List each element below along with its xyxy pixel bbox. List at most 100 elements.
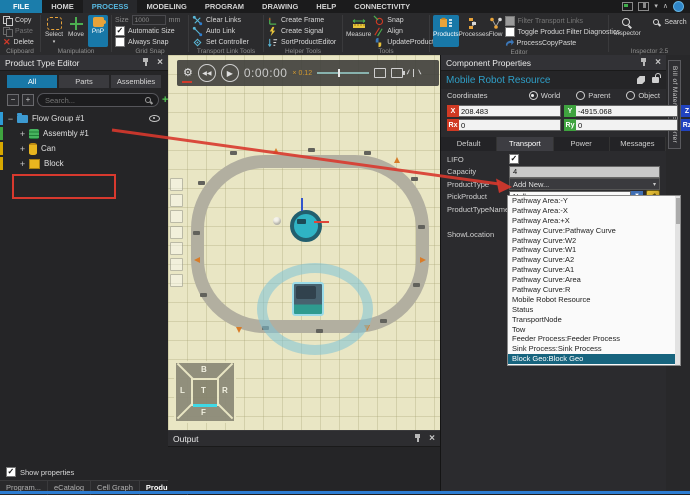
coord-world-radio[interactable]: World bbox=[529, 91, 560, 100]
record-video-icon[interactable] bbox=[391, 68, 403, 78]
tab-modeling[interactable]: MODELING bbox=[137, 0, 195, 13]
paste-button[interactable]: Paste bbox=[3, 26, 34, 36]
view-cube[interactable]: B L T R F bbox=[174, 361, 236, 423]
coord-parent-radio[interactable]: Parent bbox=[576, 91, 610, 100]
dropdown-item[interactable]: Pathway Curve:W1 bbox=[508, 245, 680, 255]
tab-parts[interactable]: Parts bbox=[59, 75, 109, 88]
snap-button[interactable]: Snap bbox=[373, 15, 437, 25]
collapse-all-button[interactable]: − bbox=[7, 94, 19, 106]
close-icon[interactable]: × bbox=[655, 58, 661, 68]
dropdown-item[interactable]: Feeder Process:Feeder Process bbox=[508, 334, 680, 344]
pin-icon[interactable] bbox=[640, 58, 647, 67]
tree-item-block[interactable]: + Block bbox=[0, 156, 168, 171]
dropdown-item[interactable]: Tow bbox=[508, 325, 680, 335]
tab-assemblies[interactable]: Assemblies bbox=[111, 75, 161, 88]
tag-icon[interactable] bbox=[637, 76, 645, 84]
tab-program[interactable]: PROGRAM bbox=[196, 0, 253, 13]
search-input[interactable] bbox=[43, 95, 144, 106]
dropdown-item[interactable]: Pathway Area:+X bbox=[508, 216, 680, 226]
dropdown-item-selected[interactable]: Block Geo:Block Geo bbox=[508, 354, 680, 364]
delete-button[interactable]: ✕Delete bbox=[3, 37, 34, 47]
pin-icon[interactable] bbox=[142, 58, 149, 67]
product-type-select[interactable]: Add New...▾ bbox=[509, 178, 660, 190]
tab-home[interactable]: HOME bbox=[42, 0, 83, 13]
pnp-button[interactable]: PnP bbox=[88, 15, 108, 47]
coord-object-radio[interactable]: Object bbox=[626, 91, 660, 100]
toggle-product-filter-diagnostics-checkbox[interactable]: Toggle Product Filter Diagnostics bbox=[505, 27, 620, 37]
x-input[interactable] bbox=[459, 105, 561, 117]
close-icon[interactable]: × bbox=[429, 434, 435, 444]
process-copy-paste-button[interactable]: ProcessCopyPaste bbox=[505, 38, 620, 48]
filter-transport-links-checkbox[interactable]: Filter Transport Links bbox=[505, 16, 620, 26]
y-input[interactable] bbox=[576, 105, 678, 117]
tow-vehicle[interactable] bbox=[292, 282, 324, 316]
reset-simulation-button[interactable]: ◀◀ bbox=[198, 64, 216, 82]
mobile-robot[interactable] bbox=[290, 210, 322, 242]
dropdown-item[interactable]: Pathway Curve:W2 bbox=[508, 236, 680, 246]
tab-power[interactable]: Power bbox=[554, 137, 610, 151]
view-cube-front[interactable]: F bbox=[201, 408, 206, 417]
tab-transport[interactable]: Transport bbox=[497, 137, 553, 151]
viewport-tool-icon[interactable] bbox=[170, 242, 183, 255]
lifo-checkbox[interactable] bbox=[509, 154, 519, 164]
auto-link-button[interactable]: Auto Link bbox=[192, 26, 249, 36]
simulation-settings-gear-icon[interactable]: ⚙ bbox=[183, 68, 193, 79]
expand-icon[interactable]: + bbox=[18, 144, 27, 154]
tab-default[interactable]: Default bbox=[441, 137, 497, 151]
inspector-button[interactable]: Inspector bbox=[612, 15, 642, 47]
account-avatar[interactable] bbox=[673, 1, 684, 12]
align-button[interactable]: Align bbox=[373, 26, 437, 36]
processes-button[interactable]: Processes bbox=[461, 15, 487, 47]
measure-button[interactable]: Measure bbox=[346, 15, 371, 47]
connectivity-icon[interactable] bbox=[408, 69, 418, 77]
dropdown-item[interactable]: TransportNode bbox=[508, 315, 680, 325]
dropdown-scrollbar[interactable] bbox=[675, 196, 680, 365]
render-mode-icon[interactable] bbox=[622, 2, 633, 11]
ry-input[interactable] bbox=[576, 119, 678, 131]
update-products-button[interactable]: UpdateProducts bbox=[373, 37, 437, 47]
tab-messages[interactable]: Messages bbox=[610, 137, 666, 151]
grid-size-input[interactable] bbox=[132, 15, 166, 25]
play-button[interactable]: ▶ bbox=[221, 64, 239, 82]
dropdown-item[interactable]: Pathway Curve:A1 bbox=[508, 265, 680, 275]
view-cube-back[interactable]: B bbox=[201, 365, 207, 374]
layout-dropdown-caret-icon[interactable]: ▾ bbox=[654, 0, 658, 13]
select-button[interactable]: Select▾ bbox=[44, 15, 64, 47]
clear-links-button[interactable]: Clear Links bbox=[192, 15, 249, 25]
screenshot-icon[interactable] bbox=[374, 68, 386, 78]
collapse-icon[interactable]: − bbox=[6, 114, 15, 124]
tab-help[interactable]: HELP bbox=[307, 0, 345, 13]
create-signal-button[interactable]: Create Signal bbox=[267, 26, 336, 36]
dropdown-item[interactable]: Pathway Area:-Y bbox=[508, 196, 680, 206]
dropdown-item[interactable]: Mobile Robot Resource bbox=[508, 295, 680, 305]
visibility-eye-icon[interactable] bbox=[149, 115, 160, 122]
always-snap-checkbox[interactable]: Always Snap bbox=[115, 37, 180, 47]
capacity-input[interactable] bbox=[509, 166, 660, 178]
close-icon[interactable]: × bbox=[157, 58, 163, 68]
collapse-ribbon-icon[interactable]: ∧ bbox=[663, 0, 668, 13]
tree-item-can[interactable]: + Can bbox=[0, 141, 168, 156]
dropdown-item[interactable]: Pathway Curve:Area bbox=[508, 275, 680, 285]
3d-viewport[interactable]: ⚙ ◀◀ ▶ 0:00:00 × 0.12 B L T R F bbox=[168, 55, 440, 430]
speed-slider[interactable] bbox=[317, 72, 369, 74]
create-frame-button[interactable]: Create Frame bbox=[267, 15, 336, 25]
viewport-tool-icon[interactable] bbox=[170, 194, 183, 207]
dropdown-item[interactable]: Pathway Curve:A2 bbox=[508, 255, 680, 265]
expand-icon[interactable]: + bbox=[18, 159, 27, 169]
pin-icon[interactable] bbox=[414, 434, 421, 443]
automatic-size-checkbox[interactable]: Automatic Size bbox=[115, 26, 180, 36]
viewport-tool-icon[interactable] bbox=[170, 274, 183, 287]
sort-product-editor-button[interactable]: SortProductEditor bbox=[267, 37, 336, 47]
tab-file[interactable]: FILE bbox=[0, 0, 42, 13]
search-button[interactable]: Search bbox=[652, 17, 686, 27]
viewport-tool-icon[interactable] bbox=[170, 178, 183, 191]
tab-all[interactable]: All bbox=[7, 75, 57, 88]
viewport-tool-icon[interactable] bbox=[170, 258, 183, 271]
dropdown-item[interactable]: Pathway Curve:Pathway Curve bbox=[508, 226, 680, 236]
dropdown-item[interactable]: Status bbox=[508, 305, 680, 315]
unlock-icon[interactable] bbox=[652, 77, 659, 83]
tab-connectivity[interactable]: CONNECTIVITY bbox=[345, 0, 419, 13]
dropdown-item[interactable]: Pathway Area:-X bbox=[508, 206, 680, 216]
window-layout-icon[interactable] bbox=[638, 2, 649, 11]
flow-button[interactable]: Flow bbox=[489, 15, 503, 47]
